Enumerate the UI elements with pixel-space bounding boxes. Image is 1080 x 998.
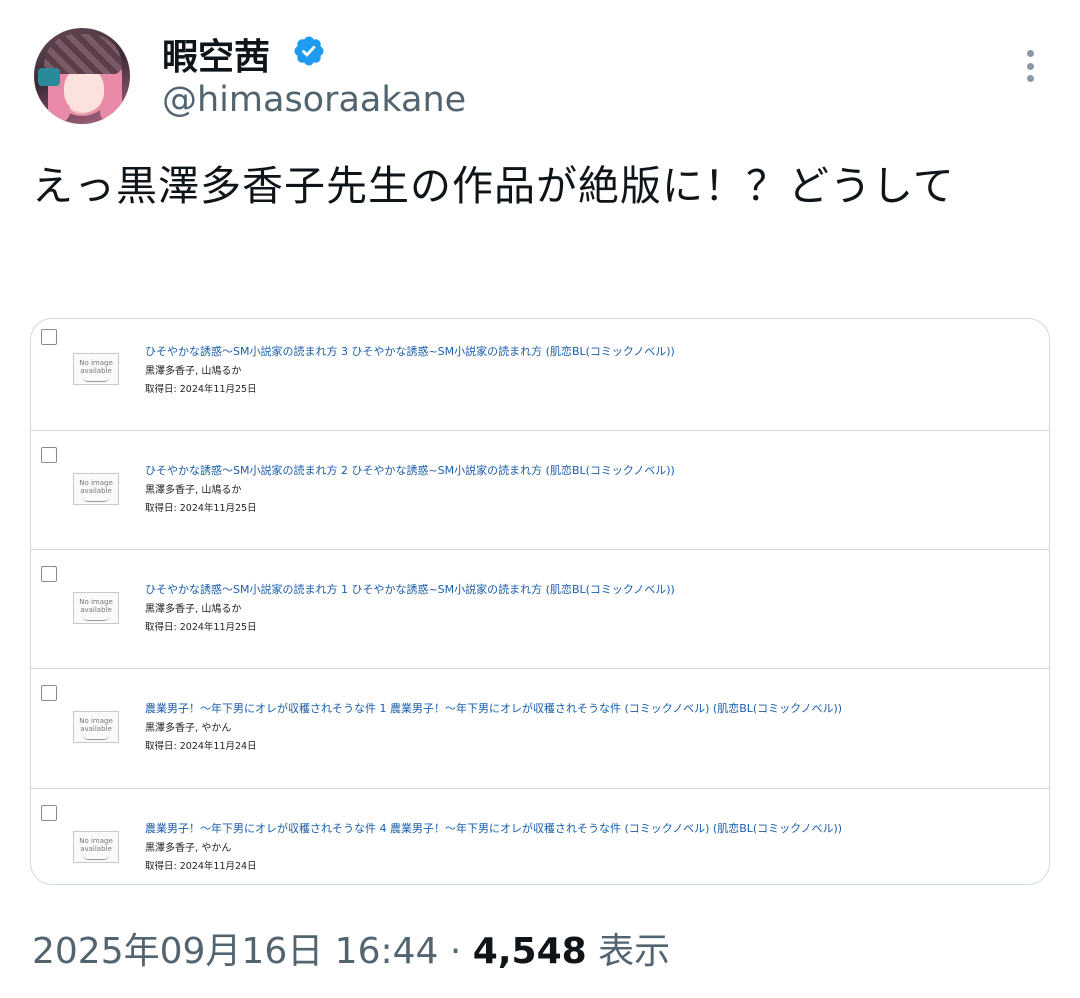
- views-count: 4,548: [472, 931, 587, 972]
- list-item: No image available 農業男子！～年下男にオレが収穫されそうな件…: [31, 789, 1049, 884]
- attached-image[interactable]: No image available ひそやかな誘惑～SM小説家の読まれ方 3 …: [30, 318, 1050, 885]
- smile-logo-icon: [83, 497, 109, 502]
- item-title: 農業男子！～年下男にオレが収穫されそうな件 4 農業男子！～年下男にオレが収穫さ…: [145, 822, 843, 835]
- no-image-text: No image: [79, 479, 113, 487]
- dot: [1026, 50, 1034, 57]
- no-image-text: No image: [79, 717, 113, 725]
- no-image-text: available: [80, 606, 112, 614]
- list-item: No image available ひそやかな誘惑～SM小説家の読まれ方 2 …: [31, 431, 1049, 550]
- more-options-icon[interactable]: [1016, 48, 1044, 84]
- no-image-placeholder: No image available: [73, 592, 119, 624]
- display-name[interactable]: 暇空茜: [162, 28, 270, 80]
- item-title: ひそやかな誘惑～SM小説家の読まれ方 2 ひそやかな誘惑~SM小説家の読まれ方 …: [145, 464, 675, 477]
- list-item: No image available ひそやかな誘惑～SM小説家の読まれ方 1 …: [31, 550, 1049, 669]
- no-image-placeholder: No image available: [73, 831, 119, 863]
- no-image-text: available: [80, 367, 112, 375]
- row-checkbox: [41, 805, 57, 821]
- no-image-text: No image: [79, 359, 113, 367]
- item-title: ひそやかな誘惑～SM小説家の読まれ方 3 ひそやかな誘惑~SM小説家の読まれ方 …: [145, 345, 675, 358]
- views-label: 表示: [598, 931, 671, 972]
- row-checkbox: [41, 329, 57, 345]
- no-image-placeholder: No image available: [73, 473, 119, 505]
- item-authors: 黒澤多香子, 山鳩るか: [145, 604, 242, 615]
- item-authors: 黒澤多香子, 山鳩るか: [145, 366, 242, 377]
- tweet-meta: 2025年09月16日 16:44 · 4,548 表示: [32, 922, 670, 974]
- user-handle[interactable]: @himasoraakane: [162, 80, 466, 120]
- no-image-text: available: [80, 487, 112, 495]
- tweet-text: えっ黒澤多香子先生の作品が絶版に！？どうして: [32, 162, 955, 210]
- dot: [1026, 62, 1034, 70]
- no-image-text: available: [80, 845, 112, 853]
- avatar-bow: [38, 68, 60, 86]
- no-image-text: No image: [79, 837, 113, 845]
- smile-logo-icon: [83, 735, 109, 740]
- dot: [1026, 75, 1034, 82]
- no-image-text: No image: [79, 598, 113, 606]
- item-authors: 黒澤多香子, やかん: [145, 843, 232, 854]
- no-image-placeholder: No image available: [73, 711, 119, 743]
- no-image-text: available: [80, 725, 112, 733]
- item-acquired-date: 取得日: 2024年11月25日: [145, 622, 257, 633]
- list-item: No image available ひそやかな誘惑～SM小説家の読まれ方 3 …: [31, 319, 1049, 431]
- row-checkbox: [41, 566, 57, 582]
- item-acquired-date: 取得日: 2024年11月24日: [145, 861, 257, 872]
- item-acquired-date: 取得日: 2024年11月25日: [145, 384, 257, 395]
- smile-logo-icon: [83, 616, 109, 621]
- tweet-timestamp[interactable]: 2025年09月16日 16:44: [32, 931, 438, 972]
- item-authors: 黒澤多香子, やかん: [145, 723, 232, 734]
- avatar[interactable]: [34, 28, 130, 124]
- no-image-placeholder: No image available: [73, 353, 119, 385]
- smile-logo-icon: [83, 855, 109, 860]
- item-title: 農業男子！～年下男にオレが収穫されそうな件 1 農業男子！～年下男にオレが収穫さ…: [145, 702, 843, 715]
- avatar-face: [64, 68, 104, 112]
- list-item: No image available 農業男子！～年下男にオレが収穫されそうな件…: [31, 669, 1049, 789]
- meta-separator: ·: [449, 931, 462, 972]
- item-title: ひそやかな誘惑～SM小説家の読まれ方 1 ひそやかな誘惑~SM小説家の読まれ方 …: [145, 583, 675, 596]
- item-acquired-date: 取得日: 2024年11月24日: [145, 741, 257, 752]
- row-checkbox: [41, 685, 57, 701]
- verified-badge-icon: [294, 36, 324, 66]
- item-acquired-date: 取得日: 2024年11月25日: [145, 503, 257, 514]
- smile-logo-icon: [83, 377, 109, 382]
- item-authors: 黒澤多香子, 山鳩るか: [145, 485, 242, 496]
- row-checkbox: [41, 447, 57, 463]
